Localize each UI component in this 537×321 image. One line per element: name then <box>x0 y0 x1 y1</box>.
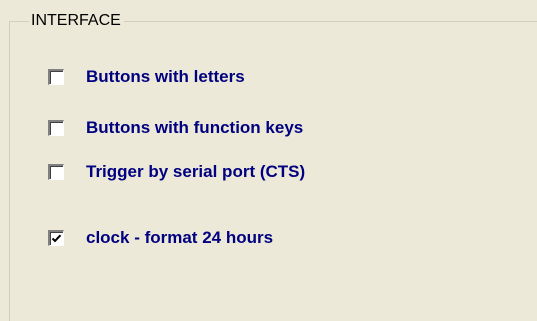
trigger-by-serial-port-checkbox[interactable] <box>48 164 64 180</box>
option-trigger-by-serial-port[interactable]: Trigger by serial port (CTS) <box>48 161 305 183</box>
buttons-with-function-keys-checkbox[interactable] <box>48 120 64 136</box>
option-clock-format-24-hours[interactable]: clock - format 24 hours <box>48 227 273 249</box>
clock-format-24-hours-checkbox[interactable] <box>48 230 64 246</box>
option-buttons-with-function-keys[interactable]: Buttons with function keys <box>48 117 303 139</box>
interface-group-title: INTERFACE <box>29 12 124 30</box>
buttons-with-letters-checkbox[interactable] <box>48 69 64 85</box>
buttons-with-letters-label[interactable]: Buttons with letters <box>86 67 245 87</box>
trigger-by-serial-port-label[interactable]: Trigger by serial port (CTS) <box>86 162 305 182</box>
option-buttons-with-letters[interactable]: Buttons with letters <box>48 66 245 88</box>
buttons-with-function-keys-label[interactable]: Buttons with function keys <box>86 118 303 138</box>
clock-format-24-hours-label[interactable]: clock - format 24 hours <box>86 228 273 248</box>
checkmark-icon <box>51 234 62 243</box>
